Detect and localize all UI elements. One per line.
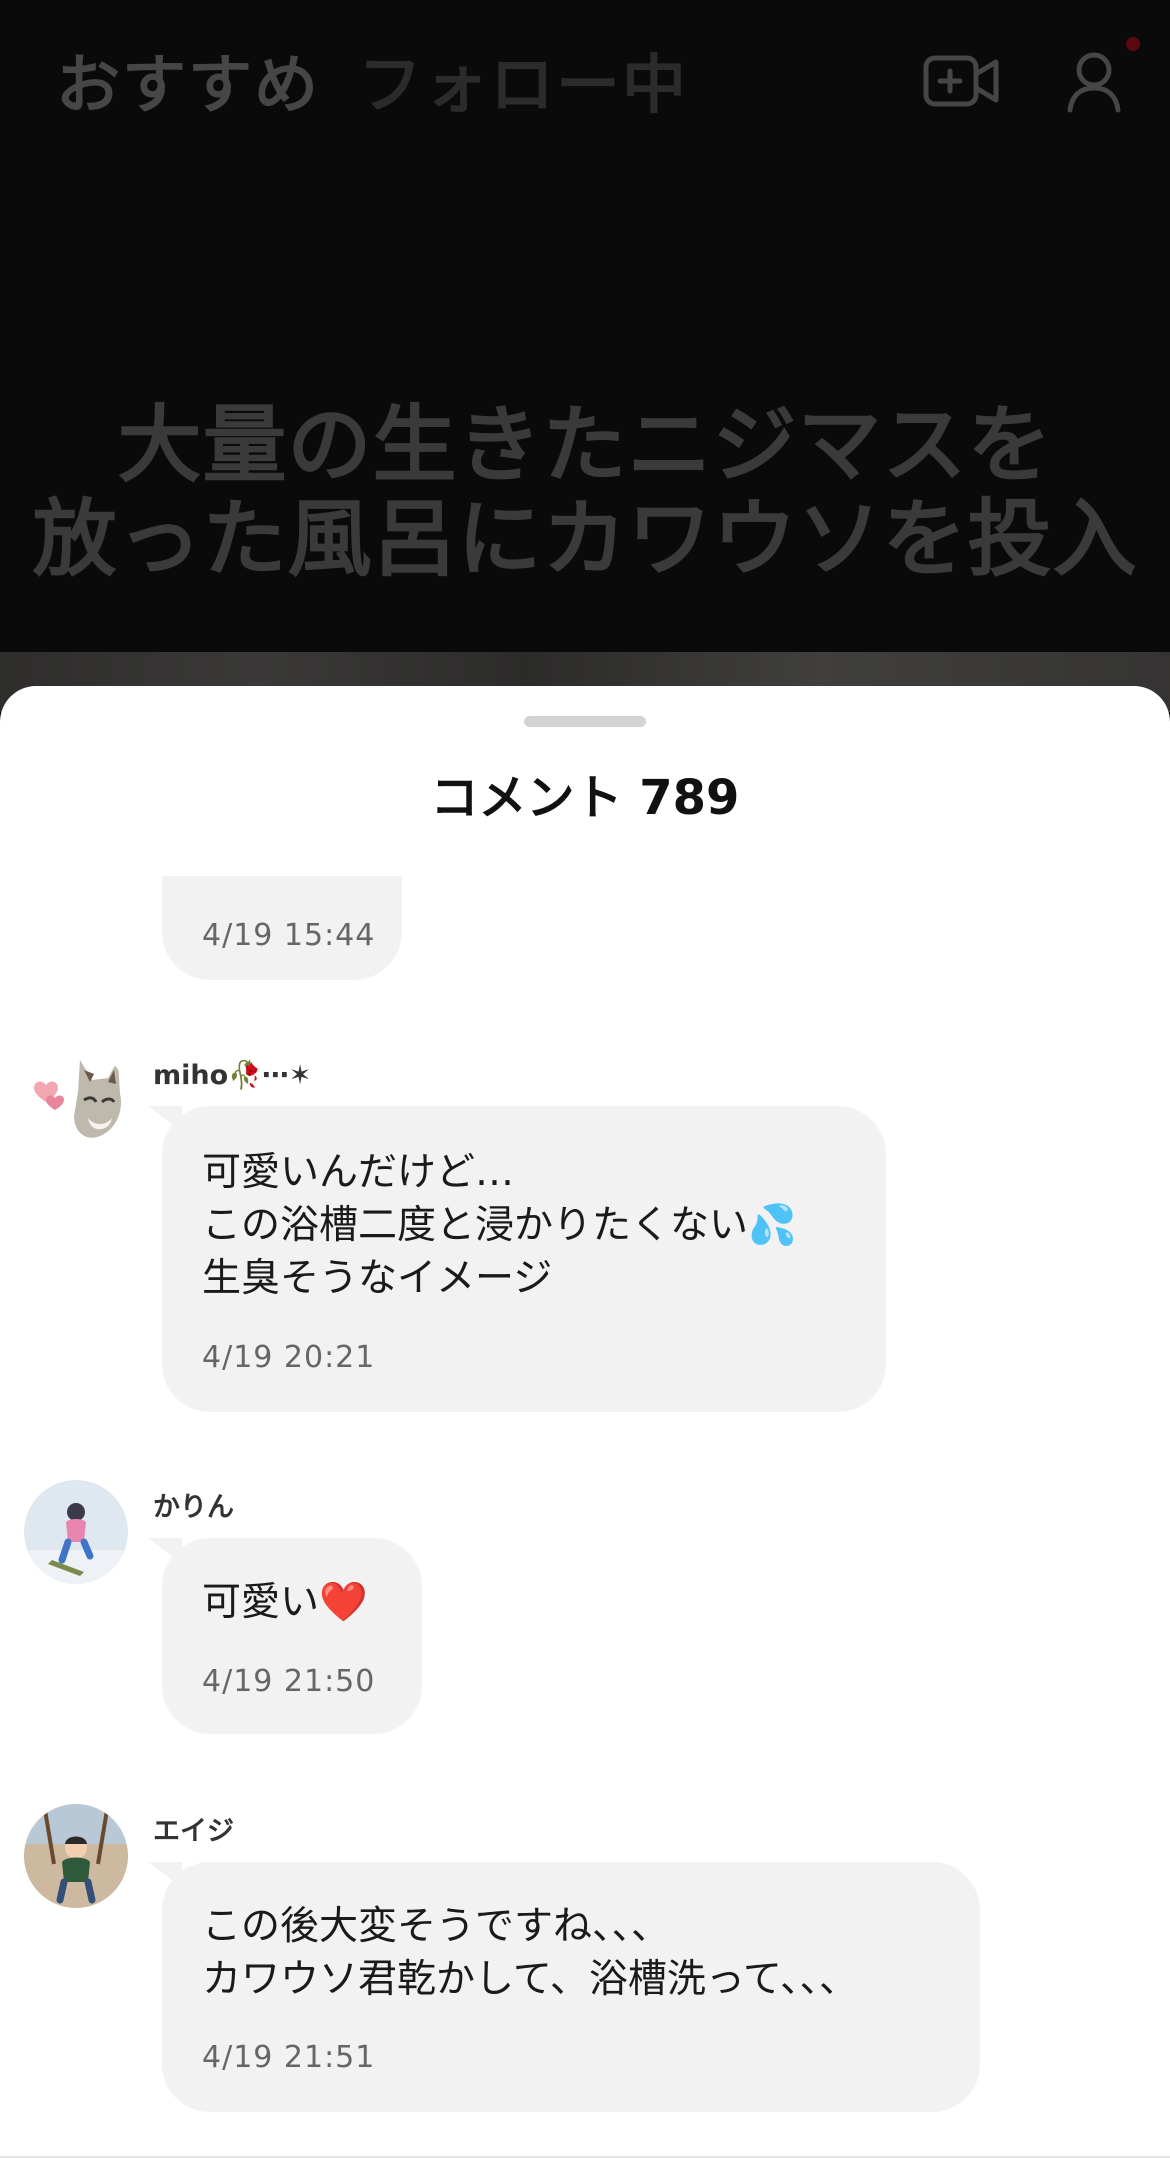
- avatar[interactable]: [24, 1804, 128, 1908]
- live-camera-icon[interactable]: [922, 52, 1002, 116]
- notification-dot: [1126, 37, 1140, 51]
- sheet-grabber-handle[interactable]: [524, 716, 646, 727]
- avatar[interactable]: [24, 1480, 128, 1584]
- comments-title: コメント 789: [430, 770, 740, 826]
- app-screen: おすすめ フォロー中 大量の生きたニジマスを 放った風呂にカワウソを投入 コメン…: [0, 0, 1170, 2158]
- comment-bubble[interactable]: 4/19 15:44: [162, 876, 402, 980]
- comment-bubble[interactable]: 可愛い❤️ 4/19 21:50: [148, 1538, 422, 1734]
- feed-tabs: おすすめ フォロー中: [56, 44, 688, 128]
- comment-text: 可愛いんだけど… この浴槽二度と浸かりたくない💦 生臭そうなイメージ: [202, 1150, 797, 1301]
- comment-time: 4/19 21:51: [202, 2040, 376, 2075]
- comments-sheet: コメント 789 4/19 15:44 miho🥀⋯✶ 可愛いんだけど… この浴…: [0, 686, 1170, 2158]
- video-caption: 大量の生きたニジマスを 放った風呂にカワウソを投入: [32, 396, 1138, 588]
- comment-time: 4/19 15:44: [202, 918, 376, 953]
- comment-bubble[interactable]: この後大変そうですね、、、 カワウソ君乾かして、浴槽洗って、、、 4/19 21…: [148, 1862, 980, 2112]
- tab-recommended[interactable]: おすすめ: [56, 44, 320, 128]
- bubble-tail: [148, 1106, 182, 1132]
- profile-icon[interactable]: [1066, 50, 1122, 114]
- avatar[interactable]: [24, 1048, 128, 1152]
- comment-username[interactable]: エイジ: [153, 1814, 234, 1850]
- comments-list[interactable]: 4/19 15:44 miho🥀⋯✶ 可愛いんだけど… この浴槽二度と浸かりたく…: [0, 876, 1170, 2146]
- comment-time: 4/19 21:50: [202, 1664, 376, 1699]
- bubble-tail: [148, 1862, 182, 1888]
- comment-bubble[interactable]: 可愛いんだけど… この浴槽二度と浸かりたくない💦 生臭そうなイメージ 4/19 …: [148, 1106, 886, 1412]
- comment-text: 可愛い❤️: [202, 1580, 368, 1625]
- bubble-tail: [148, 1538, 182, 1564]
- comment-text: この後大変そうですね、、、 カワウソ君乾かして、浴槽洗って、、、: [202, 1904, 858, 2002]
- tab-following[interactable]: フォロー中: [358, 44, 688, 128]
- comment-username[interactable]: miho🥀⋯✶: [153, 1058, 311, 1094]
- comment-username[interactable]: かりん: [153, 1490, 234, 1526]
- comment-time: 4/19 20:21: [202, 1340, 376, 1375]
